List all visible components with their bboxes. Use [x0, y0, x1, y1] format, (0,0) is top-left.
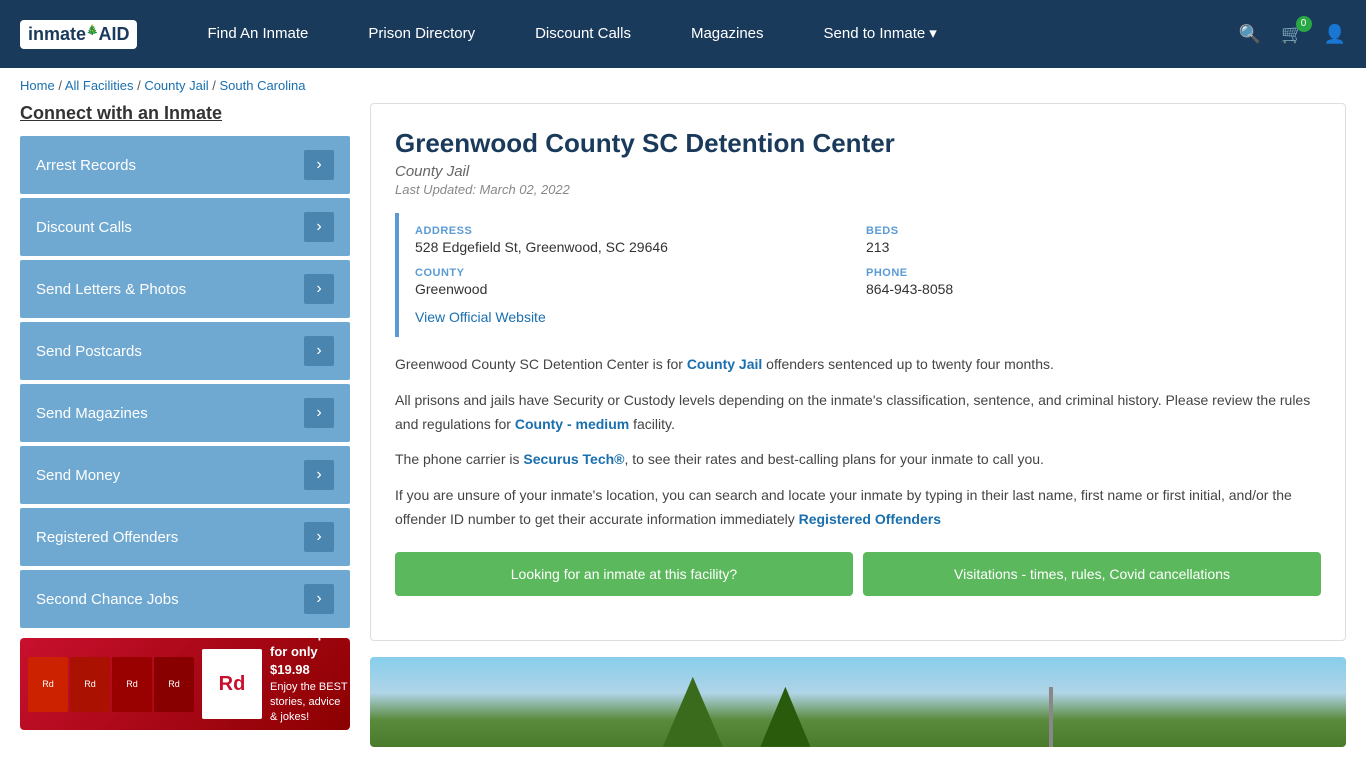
search-button[interactable]: 🔍	[1239, 24, 1261, 45]
facility-type: County Jail	[395, 163, 1321, 180]
photo-pole	[1049, 687, 1053, 747]
nav-send-to-inmate[interactable]: Send to Inmate ▾	[794, 0, 967, 68]
user-account-button[interactable]: 👤	[1324, 24, 1346, 45]
sidebar-item-label: Second Chance Jobs	[36, 591, 179, 608]
photo-tree-icon	[663, 677, 723, 747]
address-value: 528 Edgefield St, Greenwood, SC 29646	[415, 239, 854, 255]
breadcrumb-state[interactable]: South Carolina	[219, 78, 305, 93]
sidebar-item-send-magazines[interactable]: Send Magazines ›	[20, 384, 350, 442]
logo[interactable]: inmate🎄AID	[20, 20, 137, 49]
sidebar-item-registered-offenders[interactable]: Registered Offenders ›	[20, 508, 350, 566]
facility-photo	[370, 657, 1346, 747]
facility-description: Greenwood County SC Detention Center is …	[395, 353, 1321, 532]
nav-prison-directory[interactable]: Prison Directory	[338, 0, 505, 68]
desc-para-3: The phone carrier is Securus Tech®, to s…	[395, 448, 1321, 472]
sidebar-arrow-icon: ›	[304, 460, 334, 490]
breadcrumb-home[interactable]: Home	[20, 78, 55, 93]
beds-block: BEDS 213	[866, 225, 1305, 255]
ad-rd-logo: Rd	[202, 649, 262, 719]
breadcrumb: Home / All Facilities / County Jail / So…	[0, 68, 1366, 103]
main-content: Greenwood County SC Detention Center Cou…	[370, 103, 1346, 747]
action-buttons: Looking for an inmate at this facility? …	[395, 552, 1321, 596]
county-block: COUNTY Greenwood	[415, 267, 854, 297]
nav-links: Find An Inmate Prison Directory Discount…	[177, 0, 1238, 68]
county-medium-link[interactable]: County - medium	[515, 416, 629, 432]
sidebar-item-label: Send Magazines	[36, 405, 148, 422]
breadcrumb-county-jail[interactable]: County Jail	[144, 78, 208, 93]
page-content: Connect with an Inmate Arrest Records › …	[0, 103, 1366, 767]
sidebar-arrow-icon: ›	[304, 398, 334, 428]
sidebar-item-label: Registered Offenders	[36, 529, 178, 546]
looking-for-inmate-button[interactable]: Looking for an inmate at this facility?	[395, 552, 853, 596]
address-block: ADDRESS 528 Edgefield St, Greenwood, SC …	[415, 225, 854, 255]
desc-para-2: All prisons and jails have Security or C…	[395, 389, 1321, 437]
sidebar-item-label: Discount Calls	[36, 219, 132, 236]
logo-text-inmate: inmate	[28, 24, 86, 45]
cart-badge: 0	[1296, 16, 1312, 32]
beds-value: 213	[866, 239, 1305, 255]
sidebar-arrow-icon: ›	[304, 336, 334, 366]
ad-covers: Rd Rd Rd Rd	[28, 657, 194, 712]
phone-value: 864-943-8058	[866, 281, 1305, 297]
sidebar-item-discount-calls[interactable]: Discount Calls ›	[20, 198, 350, 256]
sidebar-advertisement: Rd Rd Rd Rd Rd 1 Year Subscription for o…	[20, 638, 350, 730]
sidebar-item-label: Send Money	[36, 467, 120, 484]
sidebar-item-send-postcards[interactable]: Send Postcards ›	[20, 322, 350, 380]
sidebar-item-arrest-records[interactable]: Arrest Records ›	[20, 136, 350, 194]
sidebar-item-second-chance-jobs[interactable]: Second Chance Jobs ›	[20, 570, 350, 628]
desc-para-4: If you are unsure of your inmate's locat…	[395, 484, 1321, 532]
sidebar-item-send-money[interactable]: Send Money ›	[20, 446, 350, 504]
sidebar-item-label: Send Letters & Photos	[36, 281, 186, 298]
beds-label: BEDS	[866, 225, 1305, 237]
official-link-block: View Official Website	[415, 309, 1305, 325]
visitations-button[interactable]: Visitations - times, rules, Covid cancel…	[863, 552, 1321, 596]
phone-label: PHONE	[866, 267, 1305, 279]
ad-text: 1 Year Subscription for only $19.98 Enjo…	[270, 638, 349, 730]
dropdown-chevron-icon: ▾	[929, 0, 937, 68]
county-value: Greenwood	[415, 281, 854, 297]
address-label: ADDRESS	[415, 225, 854, 237]
logo-text-aid: AID	[98, 24, 129, 45]
phone-block: PHONE 864-943-8058	[866, 267, 1305, 297]
sidebar-arrow-icon: ›	[304, 150, 334, 180]
county-label: COUNTY	[415, 267, 854, 279]
sidebar-item-send-letters-photos[interactable]: Send Letters & Photos ›	[20, 260, 350, 318]
official-website-link[interactable]: View Official Website	[415, 309, 546, 325]
sidebar: Connect with an Inmate Arrest Records › …	[20, 103, 350, 747]
photo-tree2-icon	[760, 687, 810, 747]
main-nav: inmate🎄AID Find An Inmate Prison Directo…	[0, 0, 1366, 68]
registered-offenders-link[interactable]: Registered Offenders	[799, 511, 941, 527]
breadcrumb-all-facilities[interactable]: All Facilities	[65, 78, 134, 93]
logo-hat-icon: 🎄	[86, 25, 98, 36]
sidebar-item-label: Send Postcards	[36, 343, 142, 360]
ad-cover-3: Rd	[112, 657, 152, 712]
nav-find-inmate[interactable]: Find An Inmate	[177, 0, 338, 68]
facility-card: Greenwood County SC Detention Center Cou…	[370, 103, 1346, 641]
desc-para-1: Greenwood County SC Detention Center is …	[395, 353, 1321, 377]
sidebar-arrow-icon: ›	[304, 212, 334, 242]
ad-cover-2: Rd	[70, 657, 110, 712]
facility-last-updated: Last Updated: March 02, 2022	[395, 182, 1321, 197]
facility-name: Greenwood County SC Detention Center	[395, 128, 1321, 159]
nav-discount-calls[interactable]: Discount Calls	[505, 0, 661, 68]
sidebar-arrow-icon: ›	[304, 522, 334, 552]
securus-link[interactable]: Securus Tech®	[523, 451, 624, 467]
facility-info-grid: ADDRESS 528 Edgefield St, Greenwood, SC …	[395, 213, 1321, 337]
nav-icons: 🔍 🛒 0 👤	[1239, 24, 1346, 45]
cart-button[interactable]: 🛒 0	[1281, 24, 1303, 45]
sidebar-arrow-icon: ›	[304, 584, 334, 614]
sidebar-arrow-icon: ›	[304, 274, 334, 304]
ad-cover-4: Rd	[154, 657, 194, 712]
county-jail-link[interactable]: County Jail	[687, 356, 762, 372]
ad-cover-1: Rd	[28, 657, 68, 712]
nav-magazines[interactable]: Magazines	[661, 0, 794, 68]
sidebar-item-label: Arrest Records	[36, 157, 136, 174]
sidebar-title: Connect with an Inmate	[20, 103, 350, 124]
